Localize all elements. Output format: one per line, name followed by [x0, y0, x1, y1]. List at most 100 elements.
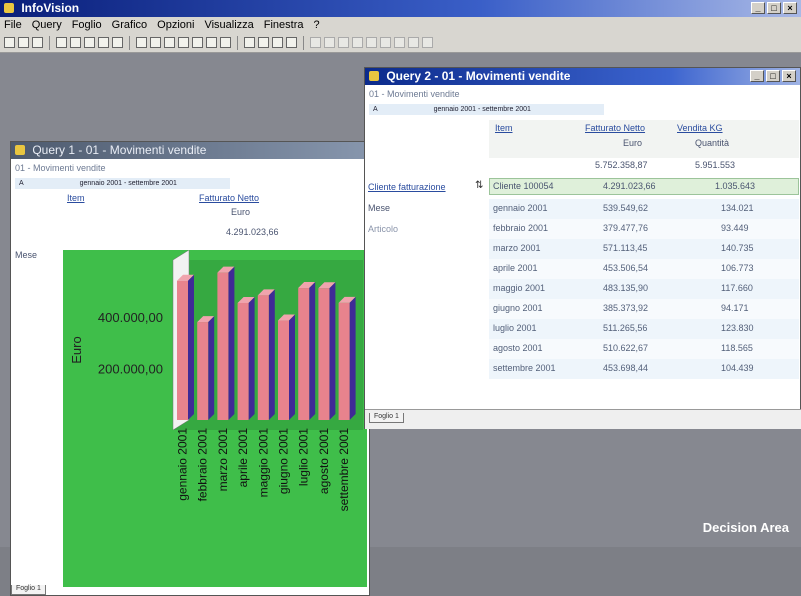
find-icon[interactable]: [206, 37, 217, 48]
legend-icon[interactable]: [394, 37, 405, 48]
x-tick-label: maggio 2001: [256, 428, 270, 498]
preview-icon[interactable]: [112, 37, 123, 48]
table-row[interactable]: settembre 2001 453.698,44 104.439: [489, 359, 799, 379]
bar-chart-icon[interactable]: [324, 37, 335, 48]
bar-side: [289, 314, 295, 420]
refresh-icon[interactable]: [258, 37, 269, 48]
font-icon[interactable]: [422, 37, 433, 48]
table-row[interactable]: aprile 2001 453.506,54 106.773: [489, 259, 799, 279]
query2-dim-mese[interactable]: Mese: [368, 203, 390, 213]
close-button[interactable]: ×: [783, 2, 797, 14]
query-icon[interactable]: [56, 37, 67, 48]
query2-window[interactable]: Query 2 - 01 - Movimenti vendite _ □ × 0…: [364, 67, 801, 429]
row-quantita: 93.449: [721, 223, 749, 233]
query1-sheet-tab[interactable]: Foglio 1: [11, 585, 46, 595]
query1-title-bar[interactable]: Query 1 - 01 - Movimenti vendite: [11, 142, 369, 159]
menu-grafico[interactable]: Grafico: [112, 17, 147, 33]
chart-icon[interactable]: [150, 37, 161, 48]
bar-side: [329, 282, 336, 420]
query2-subtitle: 01 - Movimenti vendite: [369, 89, 460, 99]
undo-icon[interactable]: [178, 37, 189, 48]
query2-status-area: [365, 409, 801, 429]
table-icon[interactable]: [136, 37, 147, 48]
drill-down-icon[interactable]: ⇅: [475, 180, 483, 191]
row-fatturato: 379.477,76: [603, 223, 649, 233]
row-fatturato: 510.622,67: [603, 343, 649, 353]
bar: [298, 288, 310, 420]
print-icon[interactable]: [98, 37, 109, 48]
query1-col-item[interactable]: Item: [67, 193, 85, 203]
query2-unit2: Quantità: [695, 138, 730, 148]
filter-icon[interactable]: [164, 37, 175, 48]
axis-icon[interactable]: [408, 37, 419, 48]
query2-col-measure1[interactable]: Fatturato Netto: [585, 123, 645, 133]
format-icon[interactable]: [310, 37, 321, 48]
minimize-button[interactable]: _: [751, 2, 765, 14]
y-tick-label: 400.000,00: [98, 310, 163, 325]
bar-side: [228, 266, 235, 420]
query2-dim-cliente[interactable]: Cliente fatturazione: [368, 182, 446, 192]
menu-finestra[interactable]: Finestra: [264, 17, 304, 33]
query1-filter-row[interactable]: A gennaio 2001 - settembre 2001: [15, 178, 230, 189]
menu-opzioni[interactable]: Opzioni: [157, 17, 194, 33]
zoom-icon[interactable]: [192, 37, 203, 48]
toolbar-separator: [129, 35, 130, 50]
query1-window[interactable]: Query 1 - 01 - Movimenti vendite 01 - Mo…: [10, 141, 370, 596]
query2-sheet-tab[interactable]: Foglio 1: [369, 413, 404, 423]
menu-visualizza[interactable]: Visualizza: [204, 17, 253, 33]
query1-subtitle: 01 - Movimenti vendite: [15, 163, 106, 173]
maximize-button[interactable]: □: [767, 2, 781, 14]
toolbar: [0, 33, 801, 53]
table-row[interactable]: luglio 2001 511.265,56 123.830: [489, 319, 799, 339]
pivot-icon[interactable]: [286, 37, 297, 48]
row-quantita: 134.021: [721, 203, 754, 213]
bar-side: [309, 282, 316, 420]
menu-bar: File Query Foglio Grafico Opzioni Visual…: [0, 17, 801, 33]
menu-foglio[interactable]: Foglio: [72, 17, 102, 33]
maximize-button[interactable]: □: [766, 70, 780, 82]
bar: [338, 302, 350, 420]
query2-col-item[interactable]: Item: [495, 123, 513, 133]
query1-col-measure[interactable]: Fatturato Netto: [199, 193, 259, 203]
pie-chart-icon[interactable]: [352, 37, 363, 48]
line-chart-icon[interactable]: [338, 37, 349, 48]
table-row[interactable]: giugno 2001 385.373,92 94.171: [489, 299, 799, 319]
grid-icon[interactable]: [380, 37, 391, 48]
row-fatturato: 483.135,90: [603, 283, 649, 293]
minimize-button[interactable]: _: [750, 70, 764, 82]
save-icon[interactable]: [32, 37, 43, 48]
row-month: febbraio 2001: [493, 223, 549, 233]
paste-icon[interactable]: [84, 37, 95, 48]
x-tick-label: gennaio 2001: [176, 428, 190, 501]
menu-file[interactable]: File: [4, 17, 22, 33]
bar-side: [248, 296, 255, 420]
table-row[interactable]: marzo 2001 571.113,45 140.735: [489, 239, 799, 259]
query2-col-measure2[interactable]: Vendita KG: [677, 123, 723, 133]
table-row[interactable]: maggio 2001 483.135,90 117.660: [489, 279, 799, 299]
y-axis-label: Euro: [69, 336, 84, 363]
open-file-icon[interactable]: [18, 37, 29, 48]
menu-query[interactable]: Query: [32, 17, 62, 33]
query2-title: Query 2 - 01 - Movimenti vendite: [386, 69, 571, 83]
query1-row-dim[interactable]: Mese: [15, 250, 37, 260]
drill-icon[interactable]: [272, 37, 283, 48]
area-chart-icon[interactable]: [366, 37, 377, 48]
query2-filter-value: gennaio 2001 - settembre 2001: [433, 106, 531, 113]
close-button[interactable]: ×: [782, 70, 796, 82]
query1-col-unit: Euro: [231, 207, 251, 217]
bar: [278, 320, 289, 420]
excel-icon[interactable]: [244, 37, 255, 48]
copy-icon[interactable]: [70, 37, 81, 48]
bar-side: [349, 296, 356, 420]
query2-filter-row[interactable]: A gennaio 2001 - settembre 2001: [369, 104, 604, 115]
new-file-icon[interactable]: [4, 37, 15, 48]
menu-help[interactable]: ?: [314, 17, 320, 33]
table-row[interactable]: gennaio 2001 539.549,62 134.021: [489, 199, 799, 219]
sort-icon[interactable]: [220, 37, 231, 48]
table-row[interactable]: febbraio 2001 379.477,76 93.449: [489, 219, 799, 239]
table-row[interactable]: agosto 2001 510.622,67 118.565: [489, 339, 799, 359]
query2-grand-total1: 5.752.358,87: [595, 160, 648, 170]
query2-unit1: Euro: [623, 138, 643, 148]
query2-title-bar[interactable]: Query 2 - 01 - Movimenti vendite _ □ ×: [365, 68, 800, 85]
query2-dim-articolo[interactable]: Articolo: [368, 224, 398, 234]
